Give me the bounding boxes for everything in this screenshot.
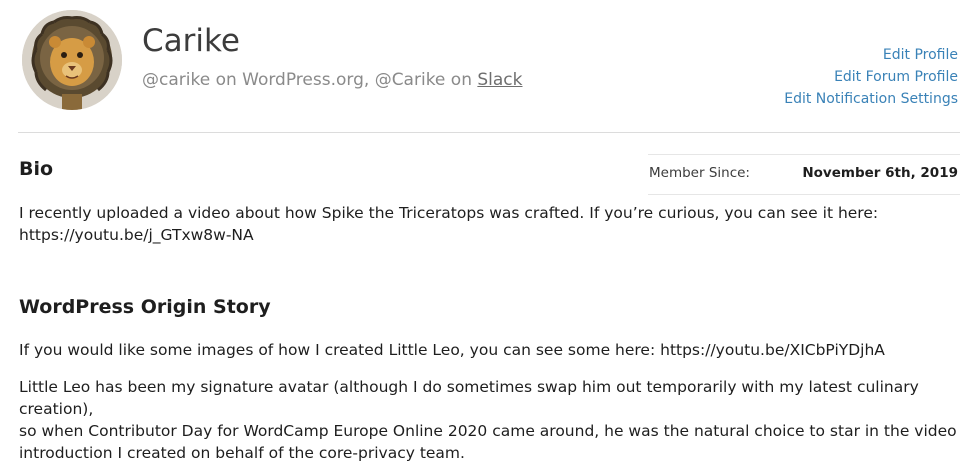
profile-header: Carike @carike on WordPress.org, @Carike… <box>0 0 978 133</box>
origin-story-heading: WordPress Origin Story <box>19 296 271 318</box>
profile-handles: @carike on WordPress.org, @Carike on Sla… <box>142 68 523 92</box>
origin-story-line-2: so when Contributor Day for WordCamp Eur… <box>19 422 957 440</box>
origin-story-line-3: introduction I created on behalf of the … <box>19 444 465 462</box>
origin-story-paragraph-1: If you would like some images of how I c… <box>19 341 885 359</box>
origin-story-paragraph-2: Little Leo has been my signature avatar … <box>19 376 964 464</box>
bio-line-2: https://youtu.be/j_GTxw8w-NA <box>19 226 254 244</box>
profile-actions: Edit Profile Edit Forum Profile Edit Not… <box>784 44 958 110</box>
header-divider <box>18 132 960 133</box>
bio-heading: Bio <box>19 158 54 180</box>
bio-text: I recently uploaded a video about how Sp… <box>19 202 919 246</box>
member-since-row: Member Since: November 6th, 2019 <box>648 154 960 195</box>
profile-name: Carike <box>142 23 240 59</box>
handles-text: @carike on WordPress.org, @Carike on <box>142 70 478 90</box>
member-since-value: November 6th, 2019 <box>802 165 958 181</box>
origin-story-line-1: Little Leo has been my signature avatar … <box>19 378 919 418</box>
edit-forum-profile-link[interactable]: Edit Forum Profile <box>784 66 958 88</box>
member-since-label: Member Since: <box>649 165 750 181</box>
slack-link[interactable]: Slack <box>477 70 522 90</box>
lion-avatar-icon[interactable] <box>22 10 122 110</box>
bio-line-1: I recently uploaded a video about how Sp… <box>19 204 879 222</box>
lion-avatar-image <box>22 10 122 110</box>
edit-notification-settings-link[interactable]: Edit Notification Settings <box>784 88 958 110</box>
edit-profile-link[interactable]: Edit Profile <box>784 44 958 66</box>
